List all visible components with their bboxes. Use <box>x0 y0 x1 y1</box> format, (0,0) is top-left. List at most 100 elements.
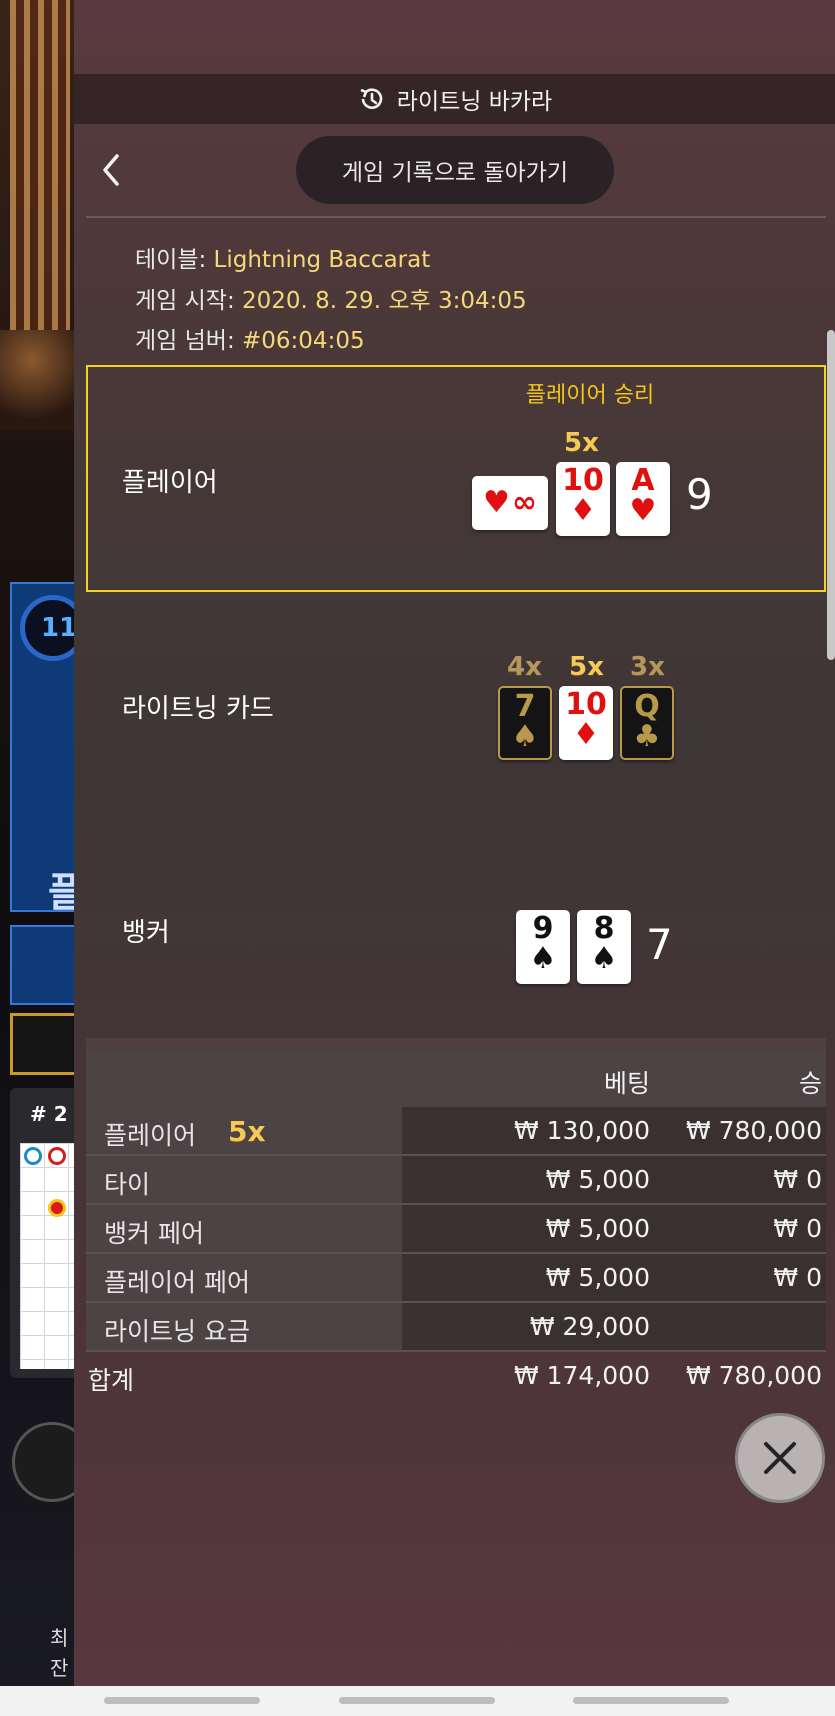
player-card-3-suit: ♥ <box>629 493 657 528</box>
lightning-card-1: 7 ♠ <box>498 686 552 760</box>
game-start-key: 게임 시작: <box>135 288 235 314</box>
game-start-value: 2020. 8. 29. 오후 3:04:05 <box>242 288 527 314</box>
background-footer-line1: 최 <box>50 1626 69 1650</box>
section-divider <box>86 1038 826 1052</box>
bet-amount: ₩ 5,000 <box>545 1165 650 1194</box>
bet-row: 플레이어 5x ₩ 130,000 ₩ 780,000 <box>86 1107 826 1156</box>
background-footer-line2: 잔 <box>50 1656 69 1680</box>
background-road-number: # 2 <box>30 1102 68 1126</box>
player-card-3: A ♥ <box>616 462 670 536</box>
divider <box>86 216 826 218</box>
player-card-2-suit: ♦ <box>569 493 597 528</box>
lightning-card-2-multiplier: 5x <box>569 652 604 682</box>
winner-label: 플레이어 승리 <box>525 383 655 408</box>
background-road-dot <box>48 1199 66 1217</box>
game-number-key: 게임 넘버: <box>135 328 235 354</box>
bet-amount: ₩ 29,000 <box>529 1312 650 1341</box>
player-label: 플레이어 <box>122 468 218 498</box>
bet-row-label: 뱅커 페어 <box>104 1219 204 1248</box>
bet-row-label-cell: 플레이어 페어 <box>86 1254 402 1301</box>
player-card-2: 10 ♦ <box>556 462 610 536</box>
bet-row-label-cell: 뱅커 페어 <box>86 1205 402 1252</box>
back-button[interactable] <box>96 150 126 190</box>
bet-row: 라이트닝 요금 ₩ 29,000 <box>86 1303 826 1352</box>
banker-card-2-suit: ♠ <box>590 941 618 976</box>
player-card-1-rank: ∞ <box>511 485 537 520</box>
bet-row-multiplier: 5x <box>228 1115 266 1148</box>
banker-card-2-rank: 8 <box>593 911 615 946</box>
bet-row-label: 플레이어 페어 <box>104 1268 250 1297</box>
table-info-value: Lightning Baccarat <box>213 247 431 273</box>
banker-label: 뱅커 <box>122 918 170 948</box>
close-button[interactable] <box>735 1413 825 1503</box>
close-icon <box>764 1442 796 1474</box>
scrollbar-thumb[interactable] <box>827 330 835 660</box>
total-bet: ₩ 174,000 <box>513 1361 650 1390</box>
column-header-win: 승 <box>798 1069 822 1098</box>
game-start-info: 게임 시작: 2020. 8. 29. 오후 3:04:05 <box>135 281 527 315</box>
background-lamp-base <box>0 330 80 430</box>
lightning-card-1-suit: ♠ <box>511 719 539 754</box>
return-to-history-button[interactable]: 게임 기록으로 돌아가기 <box>296 136 614 204</box>
bet-row-label: 타이 <box>104 1170 151 1199</box>
bet-amount: ₩ 5,000 <box>545 1214 650 1243</box>
bet-row: 뱅커 페어 ₩ 5,000 ₩ 0 <box>86 1205 826 1254</box>
player-score: 9 <box>686 470 713 519</box>
panel-header: 라이트닝 바카라 <box>74 74 835 124</box>
game-number-info: 게임 넘버: #06:04:05 <box>135 321 365 355</box>
background-road-dot <box>24 1147 42 1165</box>
bet-row-label: 플레이어 <box>104 1121 197 1150</box>
lightning-card-2-rank: 10 <box>565 687 607 722</box>
lightning-card-3-rank: Q <box>634 689 660 724</box>
bet-row-value-cell: ₩ 5,000 ₩ 0 <box>402 1254 826 1301</box>
bets-total-row: 합계 ₩ 174,000 ₩ 780,000 <box>86 1352 826 1402</box>
background-road-dot <box>48 1147 66 1165</box>
banker-card-1: 9 ♠ <box>516 910 570 984</box>
lightning-card-3-suit: ♣ <box>633 719 661 754</box>
system-nav-back[interactable] <box>573 1697 729 1704</box>
win-amount: ₩ 780,000 <box>685 1116 822 1145</box>
lightning-card-3: Q ♣ <box>620 686 674 760</box>
banker-card-1-suit: ♠ <box>529 941 557 976</box>
bet-row-label-cell: 타이 <box>86 1156 402 1203</box>
total-label: 합계 <box>88 1366 135 1395</box>
banker-score: 7 <box>646 920 673 969</box>
table-info-key: 테이블: <box>135 247 207 273</box>
player-card-multiplier: 5x <box>564 428 599 458</box>
player-card-1-suit: ♥ <box>483 485 510 520</box>
win-amount: ₩ 0 <box>773 1263 822 1292</box>
lightning-card-1-rank: 7 <box>514 689 536 724</box>
player-card-3-rank: A <box>631 463 655 498</box>
history-icon <box>360 88 382 109</box>
lightning-card-2-suit: ♦ <box>572 717 600 752</box>
win-amount: ₩ 0 <box>773 1165 822 1194</box>
bet-row-value-cell: ₩ 5,000 ₩ 0 <box>402 1156 826 1203</box>
lightning-cards-label: 라이트닝 카드 <box>122 694 274 724</box>
chevron-left-icon <box>103 154 119 186</box>
column-header-bet: 베팅 <box>603 1069 650 1098</box>
lightning-card-2: 10 ♦ <box>559 686 613 760</box>
player-card-1: ♥ ∞ <box>472 476 548 530</box>
system-nav-recent[interactable] <box>104 1697 260 1704</box>
total-win: ₩ 780,000 <box>685 1361 822 1390</box>
background-gold-strip <box>10 1013 80 1075</box>
bet-row-label-cell: 플레이어 5x <box>86 1107 402 1154</box>
bet-amount: ₩ 5,000 <box>545 1263 650 1292</box>
table-info: 테이블: Lightning Baccarat <box>135 240 430 274</box>
system-nav-home[interactable] <box>339 1697 495 1704</box>
bet-row-label-cell: 라이트닝 요금 <box>86 1303 402 1350</box>
bet-amount: ₩ 130,000 <box>513 1116 650 1145</box>
lightning-card-3-multiplier: 3x <box>630 652 665 682</box>
banker-card-2: 8 ♠ <box>577 910 631 984</box>
banker-card-1-rank: 9 <box>532 911 554 946</box>
bet-row: 타이 ₩ 5,000 ₩ 0 <box>86 1156 826 1205</box>
bet-row-value-cell: ₩ 130,000 ₩ 780,000 <box>402 1107 826 1154</box>
lightning-card-1-multiplier: 4x <box>507 652 542 682</box>
game-number-value: #06:04:05 <box>242 328 365 354</box>
background-road-grid <box>20 1143 80 1369</box>
bet-row-value-cell: ₩ 29,000 <box>402 1303 826 1350</box>
background-bet-strip <box>10 925 80 1005</box>
player-card-2-rank: 10 <box>562 463 604 498</box>
bet-row: 플레이어 페어 ₩ 5,000 ₩ 0 <box>86 1254 826 1303</box>
win-amount: ₩ 0 <box>773 1214 822 1243</box>
